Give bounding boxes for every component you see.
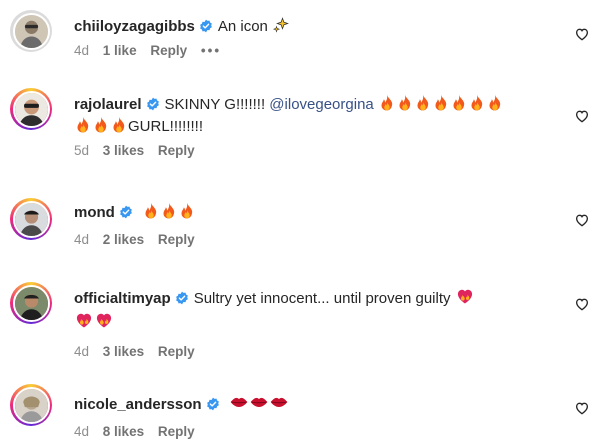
comment-text: An icon xyxy=(217,18,268,35)
likes-count[interactable]: 1 like xyxy=(103,43,137,58)
timestamp: 4d xyxy=(74,232,90,247)
timestamp: 4d xyxy=(74,344,90,359)
likes-count[interactable]: 3 likes xyxy=(103,344,144,359)
likes-count[interactable]: 8 likes xyxy=(103,424,144,439)
like-heart-icon[interactable] xyxy=(574,108,590,124)
fire-icon xyxy=(396,94,414,112)
comment-text-continued: GURL!!!!!!!! xyxy=(128,118,204,135)
comment-item: chiiloyzagagibbs An icon 4d 1 like Reply … xyxy=(0,4,600,64)
like-heart-icon[interactable] xyxy=(574,212,590,228)
heart-on-fire-icon xyxy=(94,310,114,330)
fire-icon xyxy=(486,94,504,112)
like-heart-icon[interactable] xyxy=(574,296,590,312)
fire-icon xyxy=(414,94,432,112)
likes-count[interactable]: 3 likes xyxy=(103,143,144,158)
username[interactable]: nicole_andersson xyxy=(74,396,202,413)
like-heart-icon[interactable] xyxy=(574,26,590,42)
avatar[interactable] xyxy=(10,384,52,426)
fire-icon xyxy=(110,116,128,134)
lips-icon xyxy=(249,392,269,412)
verified-badge-icon xyxy=(206,397,220,411)
comment-text: Sultry yet innocent... until proven guil… xyxy=(193,290,451,307)
timestamp: 5d xyxy=(74,143,90,158)
reply-button[interactable]: Reply xyxy=(158,424,195,439)
timestamp: 4d xyxy=(74,424,90,439)
comment-item: officialtimyap Sultry yet innocent... unt… xyxy=(0,276,600,366)
reply-button[interactable]: Reply xyxy=(158,143,195,158)
fire-icon xyxy=(432,94,450,112)
likes-count[interactable]: 2 likes xyxy=(103,232,144,247)
avatar[interactable] xyxy=(10,10,52,52)
username[interactable]: chiiloyzagagibbs xyxy=(74,18,195,35)
reply-button[interactable]: Reply xyxy=(158,232,195,247)
comment-item: mond 4d 2 likes Reply xyxy=(0,192,600,262)
fire-icon xyxy=(468,94,486,112)
avatar[interactable] xyxy=(10,198,52,240)
comment-text: SKINNY G!!!!!!! xyxy=(164,96,270,113)
like-heart-icon[interactable] xyxy=(574,400,590,416)
fire-icon xyxy=(178,202,196,220)
reply-button[interactable]: Reply xyxy=(150,43,187,58)
fire-icon xyxy=(160,202,178,220)
verified-badge-icon xyxy=(175,291,189,305)
fire-icon xyxy=(378,94,396,112)
username[interactable]: officialtimyap xyxy=(74,290,171,307)
comment-item: rajolaurel SKINNY G!!!!!!! @ilovegeorgina… xyxy=(0,86,600,178)
avatar[interactable] xyxy=(10,282,52,324)
verified-badge-icon xyxy=(146,97,160,111)
fire-icon xyxy=(74,116,92,134)
lips-icon xyxy=(229,392,249,412)
timestamp: 4d xyxy=(74,43,90,58)
comment-item: nicole_andersson 4d 8 likes Reply xyxy=(0,380,600,442)
verified-badge-icon xyxy=(199,19,213,33)
fire-icon xyxy=(92,116,110,134)
reply-button[interactable]: Reply xyxy=(158,344,195,359)
mention-link[interactable]: @ilovegeorgina xyxy=(269,96,373,113)
lips-icon xyxy=(269,392,289,412)
fire-icon xyxy=(142,202,160,220)
more-options-button[interactable]: ••• xyxy=(201,43,221,58)
fire-icon xyxy=(450,94,468,112)
sparkles-icon xyxy=(272,16,290,34)
avatar[interactable] xyxy=(10,88,52,130)
username[interactable]: mond xyxy=(74,204,115,221)
verified-badge-icon xyxy=(119,205,133,219)
username[interactable]: rajolaurel xyxy=(74,96,142,113)
fire-emoji-group xyxy=(378,96,504,113)
heart-on-fire-icon xyxy=(74,310,94,330)
heart-on-fire-icon xyxy=(455,286,475,306)
